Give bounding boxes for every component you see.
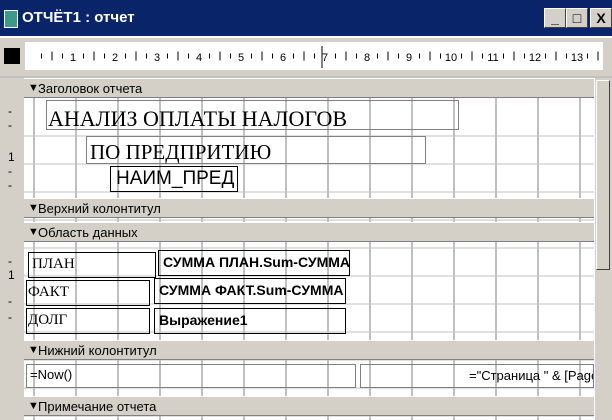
ruler-number: 8: [364, 52, 370, 64]
vertical-ruler-mark: 1: [8, 268, 15, 282]
date-field: =Now(): [30, 367, 73, 382]
vertical-ruler-mark: -: [8, 118, 12, 132]
report-window-icon[interactable]: [4, 10, 18, 28]
ruler-number: 2: [112, 52, 118, 64]
report-title-line1[interactable]: АНАЛИЗ ОПЛАТЫ НАЛОГОВ: [48, 106, 347, 132]
ruler-number: 12: [529, 52, 541, 64]
fact-label: ФАКТ: [28, 284, 69, 300]
vertical-ruler-mark: -: [8, 254, 12, 268]
band-report-footer[interactable]: ▼ Примечание отчета: [24, 396, 594, 416]
expression-field[interactable]: Выражение1: [154, 308, 346, 334]
page-field-box[interactable]: ="Страница " & [Page] &: [360, 364, 594, 388]
report-selector-box[interactable]: [4, 48, 20, 64]
ruler-number: 7: [322, 52, 328, 64]
ruler-number: 3: [154, 52, 160, 64]
name-field-text: НАИМ_ПРЕД: [116, 168, 235, 189]
ruler-number: 5: [238, 52, 244, 64]
report-title-line2[interactable]: ПО ПРЕДПРИТИЮ: [90, 140, 271, 165]
band-label: Нижний колонтитул: [38, 343, 157, 358]
vertical-ruler-mark: -: [8, 310, 12, 324]
ruler-number: 9: [406, 52, 412, 64]
vertical-ruler-mark: -: [8, 178, 12, 192]
vertical-ruler[interactable]: --1---1--: [0, 78, 24, 420]
maximize-button[interactable]: □: [566, 8, 588, 28]
page-field: ="Страница " & [Page] &: [469, 368, 593, 383]
band-label: Верхний колонтитул: [38, 201, 161, 216]
horizontal-ruler[interactable]: 1 2 3 4 5 6 7 8 9 10 11 12 13: [25, 42, 603, 70]
band-page-header[interactable]: ▼ Верхний колонтитул: [24, 198, 594, 218]
scrollbar-thumb[interactable]: [596, 80, 610, 270]
ruler-number: 13: [571, 52, 583, 64]
ruler-number: 4: [196, 52, 202, 64]
fact-sum-field[interactable]: СУММА ФАКТ.Sum-СУММА: [154, 278, 346, 304]
vertical-ruler-mark: 1: [8, 150, 15, 164]
band-label: Область данных: [38, 225, 138, 240]
plan-sum-field[interactable]: СУММА ПЛАН.Sum-СУММА: [158, 250, 350, 276]
band-label: Заголовок отчета: [38, 81, 143, 96]
band-detail[interactable]: ▼ Область данных: [24, 222, 594, 242]
ruler-ticks: 1 2 3 4 5 6 7 8 9 10 11 12 13: [41, 46, 599, 68]
ruler-number: 1: [70, 52, 76, 64]
date-field-box[interactable]: [26, 364, 356, 388]
band-label: Примечание отчета: [38, 399, 157, 414]
vertical-ruler-mark: -: [8, 294, 12, 308]
vertical-ruler-mark: -: [8, 104, 12, 118]
band-page-footer[interactable]: ▼ Нижний колонтитул: [24, 340, 594, 360]
plan-label: ПЛАН: [32, 256, 75, 272]
debt-label: ДОЛГ: [28, 312, 68, 328]
ruler-number: 6: [280, 52, 286, 64]
band-report-header[interactable]: ▼ Заголовок отчета: [24, 78, 594, 98]
minimize-button[interactable]: _: [544, 8, 566, 28]
ruler-number: 10: [445, 52, 457, 64]
ruler-number: 11: [487, 52, 498, 64]
vertical-ruler-mark: -: [8, 164, 12, 178]
window-title: ОТЧЁТ1 : отчет: [22, 9, 135, 26]
close-button[interactable]: X: [590, 8, 612, 28]
